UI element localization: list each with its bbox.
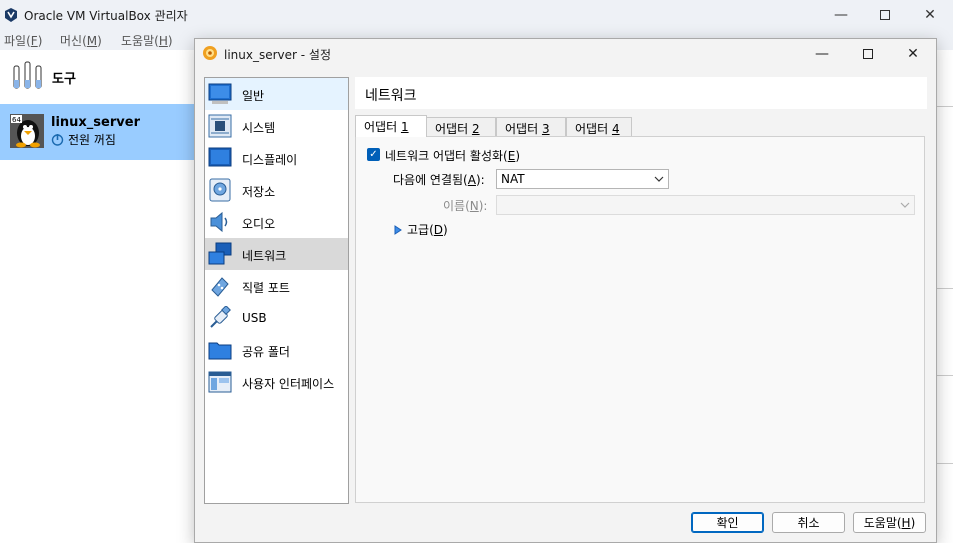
adapter-tabs: 어댑터 1 어댑터 2 어댑터 3 어댑터 4	[355, 115, 927, 137]
user-interface-icon	[208, 371, 232, 393]
arch-badge: 64	[12, 116, 21, 124]
folder-icon	[208, 342, 232, 360]
vm-list-pane: 도구 64 linux_server 전원 꺼짐	[0, 50, 200, 543]
category-usb[interactable]: USB	[205, 302, 348, 334]
dialog-title: linux_server - 설정	[224, 48, 332, 62]
category-network[interactable]: 네트워크	[205, 238, 348, 270]
main-close-button[interactable]: ✕	[907, 0, 953, 30]
main-titlebar: Oracle VM VirtualBox 관리자 — ✕	[0, 0, 953, 30]
vm-status: 전원 꺼짐	[51, 131, 116, 148]
vm-list-item[interactable]: 64 linux_server 전원 꺼짐	[0, 104, 200, 160]
divider	[936, 106, 953, 107]
chip-icon	[208, 114, 232, 138]
linux-tux-icon: 64	[10, 114, 44, 148]
category-storage[interactable]: 저장소	[205, 174, 348, 206]
attached-to-select[interactable]: NAT	[496, 169, 669, 189]
power-off-icon	[51, 134, 64, 146]
dialog-titlebar: linux_server - 설정 — ✕	[195, 39, 936, 69]
serial-port-icon	[211, 277, 229, 297]
divider	[936, 463, 953, 464]
advanced-toggle[interactable]: 고급(D)	[394, 221, 448, 238]
category-user-interface[interactable]: 사용자 인터페이스	[205, 366, 348, 398]
monitor-icon	[208, 83, 232, 104]
divider	[936, 375, 953, 376]
dialog-maximize-button[interactable]	[845, 39, 891, 69]
dialog-close-button[interactable]: ✕	[890, 39, 936, 69]
menu-file[interactable]: 파일(F)	[4, 32, 42, 49]
network-icon	[208, 242, 232, 265]
settings-dialog: linux_server - 설정 — ✕ 일반 시스템 디스플레이 저장소 오…	[194, 38, 937, 543]
minimize-icon: —	[834, 7, 848, 23]
attached-to-value: NAT	[501, 172, 525, 186]
main-minimize-button[interactable]: —	[818, 0, 864, 30]
vm-name: linux_server	[51, 115, 140, 130]
virtualbox-logo-icon	[5, 8, 17, 22]
settings-gear-icon	[203, 46, 217, 60]
category-audio[interactable]: 오디오	[205, 206, 348, 238]
vm-status-text: 전원 꺼짐	[68, 133, 116, 147]
category-shared-folders[interactable]: 공유 폴더	[205, 334, 348, 366]
ok-button[interactable]: 확인	[691, 512, 764, 533]
maximize-icon	[863, 49, 873, 59]
maximize-icon	[880, 10, 890, 20]
name-label: 이름(N):	[443, 199, 488, 213]
tools-label: 도구	[52, 72, 76, 87]
minimize-icon: —	[815, 46, 829, 62]
display-icon	[208, 147, 232, 167]
chevron-down-icon	[900, 202, 910, 208]
storage-disk-icon	[209, 178, 231, 202]
dialog-minimize-button[interactable]: —	[799, 39, 845, 69]
enable-adapter-label: 네트워크 어댑터 활성화(E)	[385, 149, 520, 163]
tab-adapter-3[interactable]: 어댑터 3	[496, 117, 566, 137]
expand-arrow-icon	[394, 224, 402, 235]
menu-machine[interactable]: 머신(M)	[60, 32, 102, 49]
main-window-title: Oracle VM VirtualBox 관리자	[24, 9, 188, 23]
advanced-label: 고급(D)	[407, 223, 448, 237]
name-select[interactable]	[496, 195, 915, 215]
cancel-button[interactable]: 취소	[772, 512, 845, 533]
adapter-panel: ✓ 네트워크 어댑터 활성화(E) 다음에 연결됨(A): NAT 이름(N):…	[355, 136, 925, 503]
divider	[936, 288, 953, 289]
tools-item[interactable]: 도구	[0, 56, 200, 96]
page-header: 네트워크	[355, 77, 927, 109]
tools-icon	[13, 61, 42, 89]
chevron-down-icon	[654, 176, 664, 182]
usb-icon	[210, 306, 231, 328]
settings-category-list: 일반 시스템 디스플레이 저장소 오디오 네트워크 직렬 포트 USB 공유 폴…	[204, 77, 349, 504]
help-button[interactable]: 도움말(H)	[853, 512, 926, 533]
enable-adapter-checkbox[interactable]: ✓	[367, 148, 380, 161]
category-serial-port[interactable]: 직렬 포트	[205, 270, 348, 302]
tab-adapter-2[interactable]: 어댑터 2	[426, 117, 496, 137]
category-display[interactable]: 디스플레이	[205, 142, 348, 174]
tab-adapter-4[interactable]: 어댑터 4	[566, 117, 632, 137]
menu-help[interactable]: 도움말(H)	[121, 32, 173, 49]
category-general[interactable]: 일반	[205, 78, 348, 110]
main-maximize-button[interactable]	[862, 0, 908, 30]
category-system[interactable]: 시스템	[205, 110, 348, 142]
attached-to-label: 다음에 연결됨(A):	[393, 173, 485, 187]
checkmark-icon: ✓	[369, 148, 378, 160]
tab-adapter-1[interactable]: 어댑터 1	[355, 115, 427, 137]
details-pane-edge	[936, 50, 953, 543]
speaker-icon	[210, 211, 228, 233]
close-icon: ✕	[907, 46, 919, 62]
page-title: 네트워크	[365, 88, 417, 104]
close-icon: ✕	[924, 7, 936, 23]
